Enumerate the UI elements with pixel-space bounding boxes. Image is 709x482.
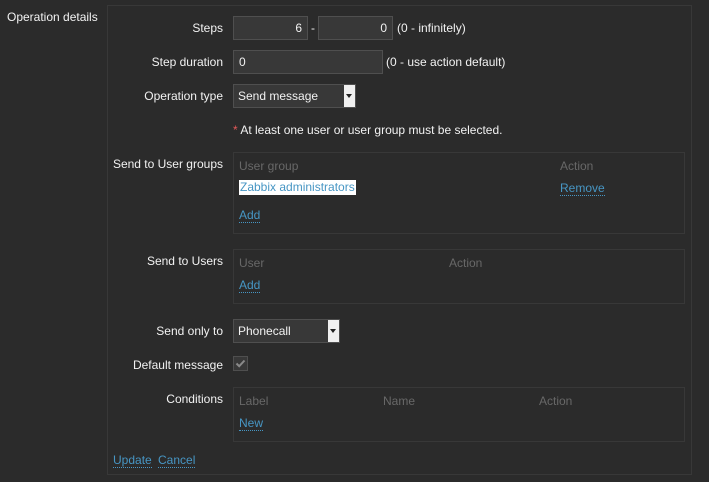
send-only-to-value: Phonecall: [238, 324, 291, 338]
steps-hint: (0 - infinitely): [397, 21, 466, 35]
steps-separator: -: [311, 21, 315, 35]
column-header-user: User: [239, 256, 265, 270]
user-groups-table: User group Action Zabbix administrators …: [233, 152, 685, 234]
column-header-action: Action: [539, 394, 573, 408]
section-label: Operation details: [7, 10, 98, 24]
steps-label: Steps: [192, 21, 223, 35]
operation-type-label: Operation type: [144, 89, 223, 103]
conditions-label: Conditions: [166, 392, 223, 406]
new-condition-link[interactable]: New: [239, 416, 264, 431]
chevron-down-icon: [328, 320, 339, 342]
column-header-name: Name: [383, 394, 416, 408]
steps-to-input[interactable]: 0: [318, 16, 393, 40]
add-user-link[interactable]: Add: [239, 278, 261, 293]
column-header-label: Label: [239, 394, 269, 408]
column-header-action: Action: [449, 256, 483, 270]
add-user-group-link[interactable]: Add: [239, 208, 261, 223]
operation-type-select[interactable]: Send message: [233, 84, 356, 108]
send-only-to-select[interactable]: Phonecall: [233, 319, 340, 343]
column-header-user-group: User group: [239, 159, 299, 173]
users-label: Send to Users: [146, 254, 223, 268]
user-groups-label: Send to User groups: [112, 157, 223, 171]
remove-user-group-link[interactable]: Remove: [560, 181, 605, 196]
validation-warning: * At least one user or user group must b…: [233, 123, 503, 137]
check-icon: [235, 359, 246, 368]
send-only-to-label: Send only to: [156, 324, 223, 338]
operation-type-value: Send message: [238, 89, 319, 103]
required-asterisk: *: [233, 123, 238, 137]
step-duration-hint: (0 - use action default): [386, 55, 506, 69]
update-link[interactable]: Update: [113, 453, 152, 468]
step-duration-label: Step duration: [151, 55, 223, 69]
user-group-link[interactable]: Zabbix administrators: [239, 180, 356, 195]
warning-text: At least one user or user group must be …: [240, 123, 503, 137]
cancel-link[interactable]: Cancel: [158, 453, 196, 468]
users-table: User Action Add: [233, 249, 685, 304]
column-header-action: Action: [560, 159, 594, 173]
step-duration-input[interactable]: 0: [233, 50, 383, 74]
default-message-label: Default message: [132, 358, 223, 372]
chevron-down-icon: [344, 85, 355, 107]
conditions-table: Label Name Action New: [233, 387, 685, 442]
steps-from-input[interactable]: 6: [233, 16, 308, 40]
default-message-checkbox[interactable]: [233, 356, 248, 371]
